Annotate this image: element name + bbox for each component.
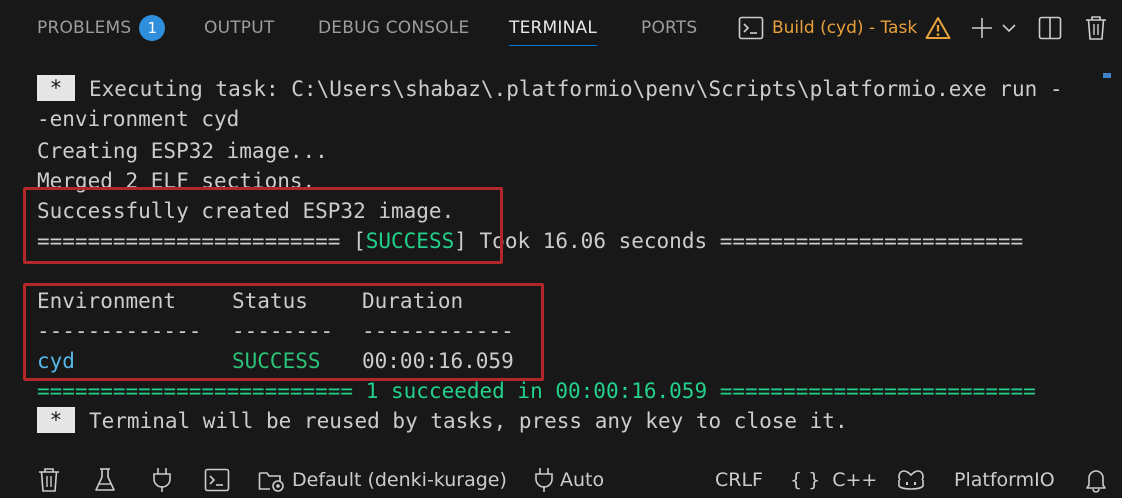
tab-terminal[interactable]: TERMINAL	[509, 0, 598, 56]
terminal-task-selector[interactable]: Build (cyd) - Task	[738, 0, 951, 56]
final-summary: ========================= 1 succeeded in…	[37, 379, 1036, 403]
terminal-line-exec: * Executing task: C:\Users\shabaz\.platfo…	[37, 74, 1063, 104]
plug-icon	[534, 467, 554, 493]
vscode-panel: PROBLEMS 1 OUTPUT DEBUG CONSOLE TERMINAL…	[0, 0, 1122, 498]
tab-output[interactable]: OUTPUT	[204, 0, 275, 56]
language-mode-selector[interactable]: { } C++	[790, 462, 877, 498]
eol-label: CRLF	[715, 469, 763, 491]
exec-text-2: -environment cyd	[37, 107, 240, 131]
tab-problems-label: PROBLEMS	[37, 18, 132, 38]
tab-ports-label: PORTS	[641, 18, 698, 38]
tab-problems[interactable]: PROBLEMS 1	[37, 0, 166, 56]
platformio-plug-icon[interactable]	[152, 462, 172, 498]
terminal-line-reuse: * Terminal will be reused by tasks, press…	[37, 406, 848, 436]
language-label: C++	[832, 469, 878, 491]
star-marker-2: *	[37, 407, 75, 433]
highlight-box-success	[23, 187, 503, 264]
port-auto-selector[interactable]: Auto	[534, 462, 604, 498]
panel-tab-bar: PROBLEMS 1 OUTPUT DEBUG CONSOLE TERMINAL…	[0, 0, 1122, 56]
star-marker: *	[37, 75, 75, 101]
task-label: Build (cyd) - Task	[772, 18, 918, 38]
folder-settings-icon	[258, 468, 286, 492]
warning-icon	[925, 16, 951, 40]
tab-terminal-label: TERMINAL	[509, 18, 598, 38]
project-environment-selector[interactable]: Default (denki-kurage)	[258, 462, 507, 498]
platformio-clean-trash-icon[interactable]	[38, 462, 60, 498]
profile-label: Default (denki-kurage)	[292, 469, 507, 491]
reuse-text: Terminal will be reused by tasks, press …	[89, 409, 848, 433]
terminal-line-exec-cont: -environment cyd	[37, 104, 239, 134]
status-bar: Default (denki-kurage) Auto CRLF { } C++	[0, 462, 1122, 498]
chevron-down-icon[interactable]	[996, 12, 1022, 44]
tab-debug-console[interactable]: DEBUG CONSOLE	[318, 0, 469, 56]
port-label: Auto	[560, 469, 605, 491]
eol-selector[interactable]: CRLF	[715, 462, 763, 498]
creating-text: Creating ESP32 image...	[37, 139, 328, 163]
tab-ports[interactable]: PORTS	[641, 0, 697, 56]
braces-icon: { }	[790, 469, 821, 491]
platformio-test-flask-icon[interactable]	[94, 462, 116, 498]
copilot-icon[interactable]	[896, 462, 926, 498]
terminal-scrollbar[interactable]	[1103, 73, 1111, 78]
platformio-label: PlatformIO	[954, 469, 1055, 491]
terminal-line-creating: Creating ESP32 image...	[37, 136, 328, 166]
platformio-home-button[interactable]: PlatformIO	[954, 462, 1055, 498]
tab-output-label: OUTPUT	[204, 18, 275, 38]
problems-count-badge: 1	[139, 15, 166, 41]
new-terminal-plus-icon[interactable]	[966, 12, 998, 44]
exec-text-1: Executing task: C:\Users\shabaz\.platfor…	[89, 77, 1063, 101]
summary-suffix: ] Took 16.06 seconds ===================…	[454, 229, 1024, 253]
split-terminal-icon[interactable]	[1034, 12, 1066, 44]
platformio-terminal-icon[interactable]	[204, 462, 230, 498]
tab-debug-console-label: DEBUG CONSOLE	[318, 18, 470, 38]
terminal-icon	[738, 16, 764, 40]
kill-terminal-trash-icon[interactable]	[1080, 12, 1112, 44]
notifications-bell-icon[interactable]	[1085, 462, 1107, 498]
highlight-box-table	[23, 283, 544, 381]
